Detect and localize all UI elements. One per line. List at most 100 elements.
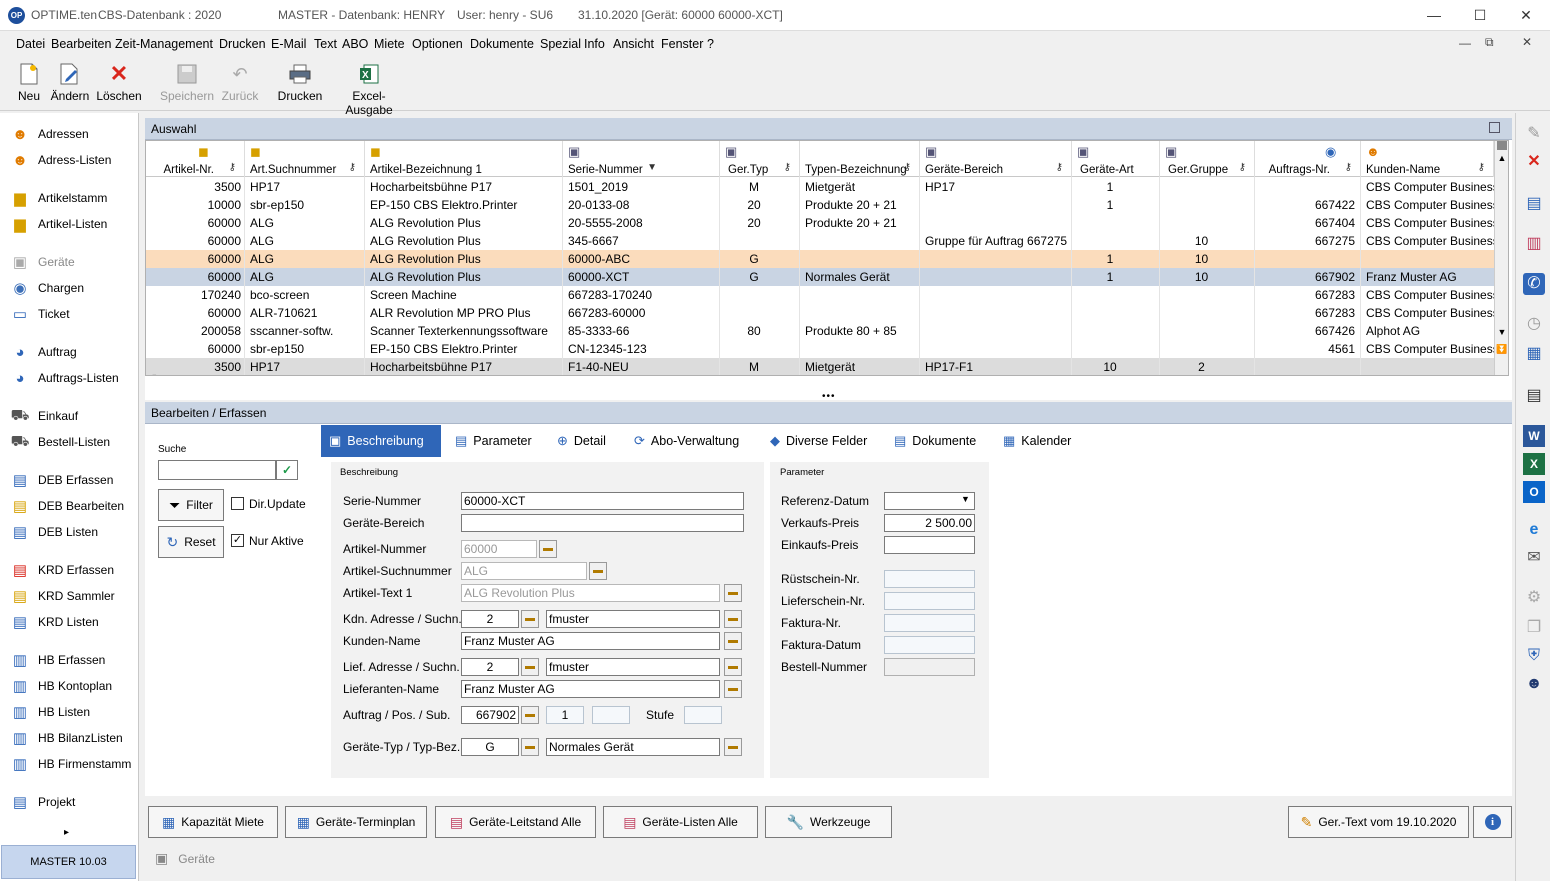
tab-3[interactable]: ⟳ Abo-Verwaltung [626, 425, 756, 457]
kname-input[interactable]: Franz Muster AG [461, 632, 720, 650]
excel-button[interactable]: X Excel-Ausgabe [329, 63, 409, 117]
werkzeuge-button[interactable]: 🔧 Werkzeuge [765, 806, 892, 838]
kname-folder-icon[interactable]: ▬ [724, 632, 742, 650]
faktdat-input[interactable] [884, 636, 975, 654]
phone-icon[interactable]: ✆ [1523, 273, 1545, 295]
internet-explorer-icon[interactable]: e [1523, 519, 1545, 541]
panel-maximize-icon[interactable] [1489, 122, 1500, 133]
sidebar-item-1[interactable]: ☻ Adress-Listen [8, 149, 111, 171]
scroll-bottom-icon[interactable]: ⏬ [1495, 344, 1508, 355]
bereich-input[interactable] [461, 514, 744, 532]
kdn-such-input[interactable]: fmuster [546, 610, 720, 628]
arttext-input[interactable]: ALG Revolution Plus [461, 584, 720, 602]
maximize-button[interactable]: ☐ [1457, 0, 1503, 31]
table-row[interactable]: 3500 HP17 Hocharbeitsbühne P17 1501_2019 M Mi… [146, 178, 1494, 196]
bestell-input[interactable] [884, 658, 975, 676]
reset-button[interactable]: ↻ Reset [158, 526, 224, 558]
column-header-10[interactable]: Kunden-Name ☻ ⚷ [1361, 141, 1494, 177]
tab-6[interactable]: ▦ Kalender [995, 425, 1085, 457]
save-button[interactable]: Speichern [160, 63, 214, 103]
new-button[interactable]: Neu [14, 63, 44, 103]
table-row[interactable]: 60000 ALR-710621 ALR Revolution MP PRO Plu… [146, 304, 1494, 322]
police-user-icon[interactable]: ☻ [1523, 673, 1545, 695]
sidebar-item-15[interactable]: ▤ KRD Sammler [8, 585, 115, 607]
sidebar-item-17[interactable]: ▥ HB Erfassen [8, 649, 105, 671]
nuraktive-checkbox[interactable]: ✓ [231, 534, 244, 547]
column-header-0[interactable]: Artikel-Nr. ◼ ⚷ [146, 141, 245, 177]
tab-2[interactable]: ⊕ Detail [549, 425, 621, 457]
settings-gear-icon[interactable]: ⚙ [1523, 587, 1545, 609]
faktnr-input[interactable] [884, 614, 975, 632]
lief-nr-input[interactable]: 2 [461, 658, 519, 676]
excel-side-icon[interactable]: X [1523, 453, 1545, 475]
sort-key-icon[interactable]: ⚷ [349, 162, 356, 173]
sidebar-item-11[interactable]: ▤ DEB Erfassen [8, 469, 113, 491]
sub-input[interactable] [592, 706, 630, 724]
pos-input[interactable]: 1 [546, 706, 584, 724]
search-input[interactable] [158, 460, 276, 480]
sidebar-more-icon[interactable]: ▸ [64, 827, 69, 838]
typbez-input[interactable]: Normales Gerät [546, 738, 720, 756]
scroll-top-icon[interactable] [1497, 141, 1507, 150]
tab-4[interactable]: ◆ Diverse Felder [762, 425, 880, 457]
typ-folder-icon[interactable]: ▬ [521, 738, 539, 756]
lief-folder-icon[interactable]: ▬ [521, 658, 539, 676]
tab-1[interactable]: ▤ Parameter [447, 425, 539, 457]
sidebar-item-0[interactable]: ☻ Adressen [8, 123, 89, 145]
minimize-button[interactable]: — [1411, 0, 1457, 31]
geraete-listen-button[interactable]: ▤ Geräte-Listen Alle [603, 806, 758, 838]
mdi-close-icon[interactable]: ✕ [1522, 35, 1532, 49]
leitstand-button[interactable]: ▤ Geräte-Leitstand Alle [435, 806, 596, 838]
sort-key-icon[interactable]: ⚷ [1345, 162, 1352, 173]
table-row[interactable]: 10000 sbr-ep150 EP-150 CBS Elektro.Printer… [146, 196, 1494, 214]
column-header-9[interactable]: Auftrags-Nr. ◉ ⚷ [1255, 141, 1361, 177]
stufe-input[interactable] [684, 706, 722, 724]
menu-8[interactable]: Optionen [412, 37, 463, 51]
table-row[interactable]: 60000 ALG ALG Revolution Plus 20-5555-2008 2… [146, 214, 1494, 232]
suchnr-input[interactable]: ALG [461, 562, 587, 580]
document-blue-icon[interactable]: ▤ [1523, 193, 1545, 215]
suchnr-folder-icon[interactable]: ▬ [589, 562, 607, 580]
geraete-text-button[interactable]: ✎ Ger.-Text vom 19.10.2020 [1288, 806, 1469, 838]
kdn-folder-icon[interactable]: ▬ [521, 610, 539, 628]
table-row[interactable]: 60000 ALG ALG Revolution Plus 60000-ABC G 1 10 [146, 250, 1494, 268]
calculator-icon[interactable]: ▦ [1523, 343, 1545, 365]
sort-key-icon[interactable]: ⚷ [1478, 162, 1485, 173]
ek-input[interactable] [884, 536, 975, 554]
splitter-handle[interactable]: ••• [822, 391, 836, 402]
sort-key-icon[interactable]: ⚷ [229, 162, 236, 173]
sidebar-item-22[interactable]: ▤ Projekt [8, 791, 75, 813]
table-row[interactable]: 200058 sscanner-softw. Scanner Texterkennu… [146, 322, 1494, 340]
sidebar-item-14[interactable]: ▤ KRD Erfassen [8, 559, 114, 581]
outlook-icon[interactable]: O [1523, 481, 1545, 503]
sidebar-item-18[interactable]: ▥ HB Kontoplan [8, 675, 112, 697]
close-button[interactable]: ✕ [1503, 0, 1549, 31]
table-row[interactable]: 3500 HP17 Hocharbeitsbühne P17 F1-40-NEU M Mi… [146, 358, 1494, 375]
delete-button[interactable]: ✕ Löschen [96, 61, 142, 103]
column-header-5[interactable]: Typen-Bezeichnung ⚷ [800, 141, 920, 177]
building-icon[interactable]: ▥ [1523, 233, 1545, 255]
menu-3[interactable]: Drucken [219, 37, 266, 51]
copy-icon[interactable]: ❐ [1523, 617, 1545, 639]
kapazitaet-button[interactable]: ▦ Kapazität Miete [148, 806, 278, 838]
column-header-4[interactable]: Ger.Typ ▣ ⚷ [720, 141, 800, 177]
shield-icon[interactable]: ⛨ [1523, 645, 1545, 667]
sidebar-item-9[interactable]: ⛟ Einkauf [8, 405, 78, 427]
lname-input[interactable]: Franz Muster AG [461, 680, 720, 698]
sort-key-icon[interactable]: ⚷ [784, 162, 791, 173]
mdi-minimize-icon[interactable]: — [1459, 36, 1471, 50]
dropdown-chevron-icon[interactable]: ▼ [961, 494, 970, 504]
sidebar-item-6[interactable]: ▭ Ticket [8, 303, 70, 325]
sidebar-item-7[interactable]: ◕ Auftrag [8, 341, 76, 363]
serie-input[interactable]: 60000-XCT [461, 492, 744, 510]
menu-12[interactable]: Ansicht [613, 37, 654, 51]
back-button[interactable]: ↶ Zurück [220, 63, 260, 104]
sidebar-item-10[interactable]: ⛟ Bestell-Listen [8, 431, 110, 453]
sidebar-item-12[interactable]: ▤ DEB Bearbeiten [8, 495, 124, 517]
sidebar-item-3[interactable]: ▆ Artikel-Listen [8, 213, 107, 235]
column-header-1[interactable]: Art.Suchnummer ◼ ⚷ [245, 141, 365, 177]
lief-such-input[interactable]: fmuster [546, 658, 720, 676]
sidebar-item-13[interactable]: ▤ DEB Listen [8, 521, 98, 543]
menu-9[interactable]: Dokumente [470, 37, 534, 51]
sidebar-item-21[interactable]: ▥ HB Firmenstamm [8, 753, 131, 775]
